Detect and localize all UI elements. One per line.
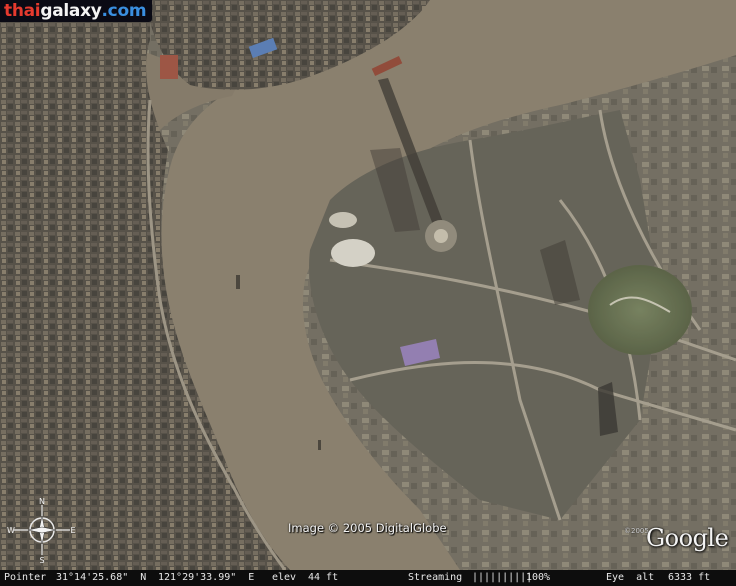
imagery-credit: Image © 2005 DigitalGlobe [288,521,447,535]
pointer-latitude: 31°14'25.68" N [56,572,147,583]
watermark-part-2: galaxy [40,1,102,21]
watermark-part-3: .com [101,1,147,21]
compass-e: E [70,526,75,535]
compass-s: S [39,556,44,563]
eye-alt-label: Eye alt [606,572,655,583]
elev-value: 44 ft [308,572,339,583]
google-logo: Google [646,524,729,552]
pointer-label: Pointer [4,572,47,583]
watermark-part-1: thai [4,1,41,21]
elev-label: elev [272,572,297,583]
compass-w: W [7,526,15,535]
streaming-bars: |||||||||| [472,572,533,583]
streaming-percent: 100% [526,572,551,583]
status-bar: Pointer 31°14'25.68" N 121°29'33.99" E e… [0,570,736,586]
pointer-longitude: 121°29'33.99" E [158,572,255,583]
streaming-label: Streaming [408,572,463,583]
compass-n: N [39,497,45,506]
eye-alt-value: 6333 ft [668,572,711,583]
compass-icon[interactable]: N S W E [6,497,78,563]
satellite-map[interactable] [0,0,736,570]
map-viewer[interactable]: thai galaxy .com N S W E Image © 2005 Digi… [0,0,736,586]
site-watermark: thai galaxy .com [0,0,153,22]
